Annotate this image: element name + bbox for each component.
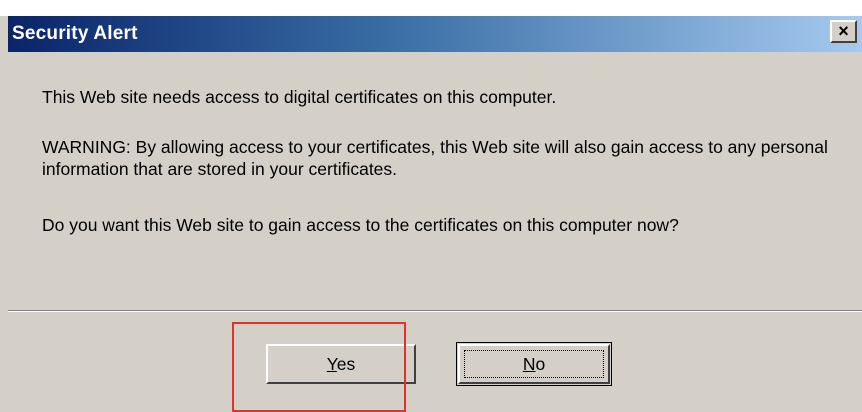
yes-mnemonic: Y <box>326 354 337 374</box>
focus-rectangle <box>464 350 604 378</box>
message-access-notice: This Web site needs access to digital ce… <box>42 87 557 107</box>
message-question: Do you want this Web site to gain access… <box>42 215 679 235</box>
dialog-body: This Web site needs access to digital ce… <box>8 52 862 412</box>
dialog-title: Security Alert <box>12 23 138 44</box>
yes-button[interactable]: Yes <box>266 344 416 384</box>
no-button-face: No <box>458 344 610 384</box>
yes-label: es <box>336 354 356 374</box>
no-button[interactable]: No <box>456 342 612 386</box>
title-bar[interactable]: Security Alert <box>8 16 862 52</box>
close-button[interactable]: × <box>830 20 857 43</box>
button-divider <box>8 310 862 312</box>
security-alert-dialog: Security Alert × This Web site needs acc… <box>0 0 862 412</box>
message-warning: WARNING: By allowing access to your cert… <box>42 137 828 179</box>
background-strip <box>0 0 862 16</box>
close-icon: × <box>838 21 849 41</box>
